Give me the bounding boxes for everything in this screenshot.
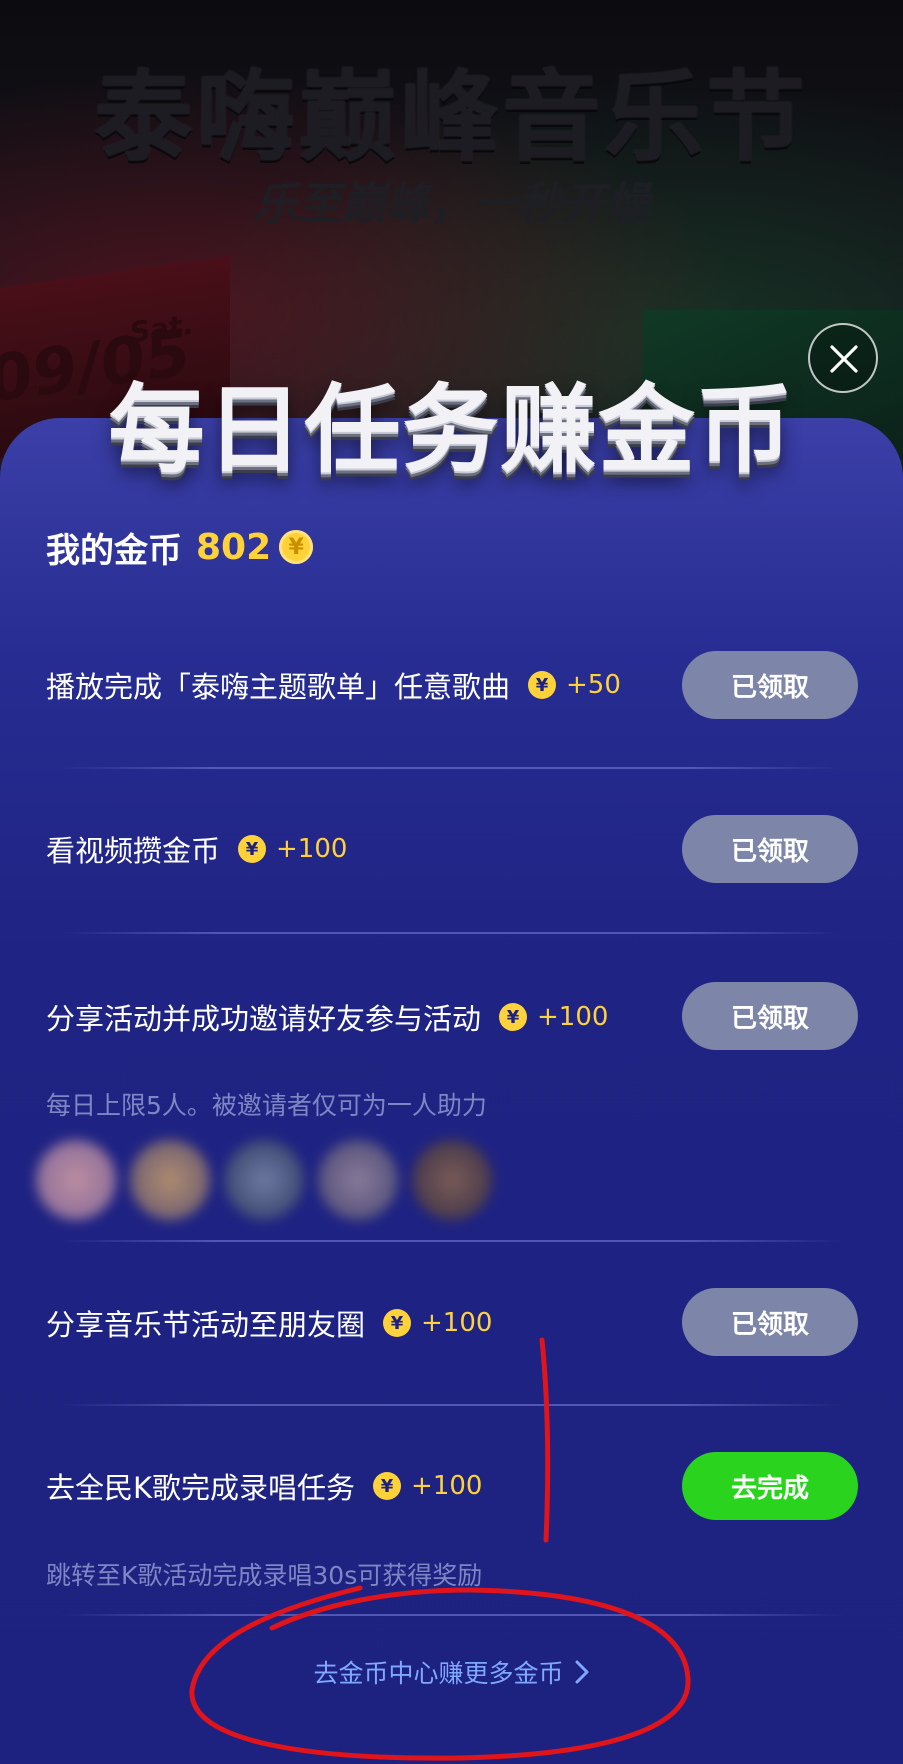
avatar (224, 1140, 304, 1220)
go-complete-button[interactable]: 去完成 (682, 1452, 858, 1520)
claimed-button-2[interactable]: 已领取 (682, 815, 858, 883)
claimed-button-1[interactable]: 已领取 (682, 651, 858, 719)
reward-value: +100 (276, 834, 348, 864)
coin-icon: ¥ (383, 1309, 412, 1337)
reward-value: +100 (537, 1002, 609, 1032)
reward-value: +100 (411, 1471, 483, 1501)
my-coins: 我的金币 802 ¥ (46, 522, 314, 572)
coin-icon: ¥ (528, 671, 557, 699)
task-reward: ¥ +100 (373, 1471, 482, 1501)
task-reward: ¥ +100 (383, 1308, 492, 1338)
task-title-3: 分享活动并成功邀请好友参与活动 ¥ +100 (46, 992, 608, 1042)
task-reward: ¥ +100 (238, 834, 347, 864)
coin-center-link[interactable]: 去金币中心赚更多金币 (0, 1654, 903, 1690)
dialog-title: 每日任务赚金币 (108, 374, 795, 486)
task-title-4: 分享音乐节活动至朋友圈 ¥ +100 (46, 1298, 492, 1348)
claimed-button-3[interactable]: 已领取 (682, 982, 858, 1050)
coin-icon: ¥ (279, 530, 314, 564)
task-reward: ¥ +100 (499, 1002, 608, 1032)
divider (60, 1614, 843, 1616)
avatar (36, 1140, 116, 1220)
task-label: 看视频攒金币 (46, 834, 221, 868)
task-label: 分享音乐节活动至朋友圈 (46, 1308, 366, 1342)
task-label: 播放完成「泰嗨主题歌单」任意歌曲 (46, 670, 511, 704)
avatar (412, 1140, 492, 1220)
divider (60, 767, 843, 769)
coin-icon: ¥ (499, 1003, 528, 1031)
reward-value: +100 (421, 1308, 493, 1338)
banner-title: 泰嗨巅峰音乐节 (94, 61, 809, 175)
avatar (130, 1140, 210, 1220)
coins-label: 我的金币 (46, 530, 182, 571)
task-note: 跳转至K歌活动完成录唱30s可获得奖励 (46, 1561, 483, 1590)
divider (60, 1404, 843, 1406)
avatar (318, 1140, 398, 1220)
task-title-2: 看视频攒金币 ¥ +100 (46, 824, 347, 874)
coin-icon: ¥ (373, 1472, 402, 1500)
task-label: 去全民K歌完成录唱任务 (46, 1471, 356, 1505)
banner-subtitle: 乐至巅峰，一秒开燥 (253, 179, 650, 230)
task-note: 每日上限5人。被邀请者仅可为一人助力 (46, 1091, 487, 1120)
task-title-5: 去全民K歌完成录唱任务 ¥ +100 (46, 1461, 482, 1511)
invited-friends (36, 1140, 492, 1220)
claimed-button-4[interactable]: 已领取 (682, 1288, 858, 1356)
chevron-right-icon (575, 1660, 588, 1684)
task-label: 分享活动并成功邀请好友参与活动 (46, 1002, 482, 1036)
task-title-1: 播放完成「泰嗨主题歌单」任意歌曲 ¥ +50 (46, 660, 621, 710)
task-reward: ¥ +50 (528, 670, 621, 700)
divider (60, 932, 843, 934)
divider (60, 1240, 843, 1242)
coin-icon: ¥ (238, 835, 267, 863)
reward-value: +50 (566, 670, 621, 700)
more-link-label: 去金币中心赚更多金币 (313, 1659, 564, 1688)
coins-value: 802 (196, 526, 272, 568)
